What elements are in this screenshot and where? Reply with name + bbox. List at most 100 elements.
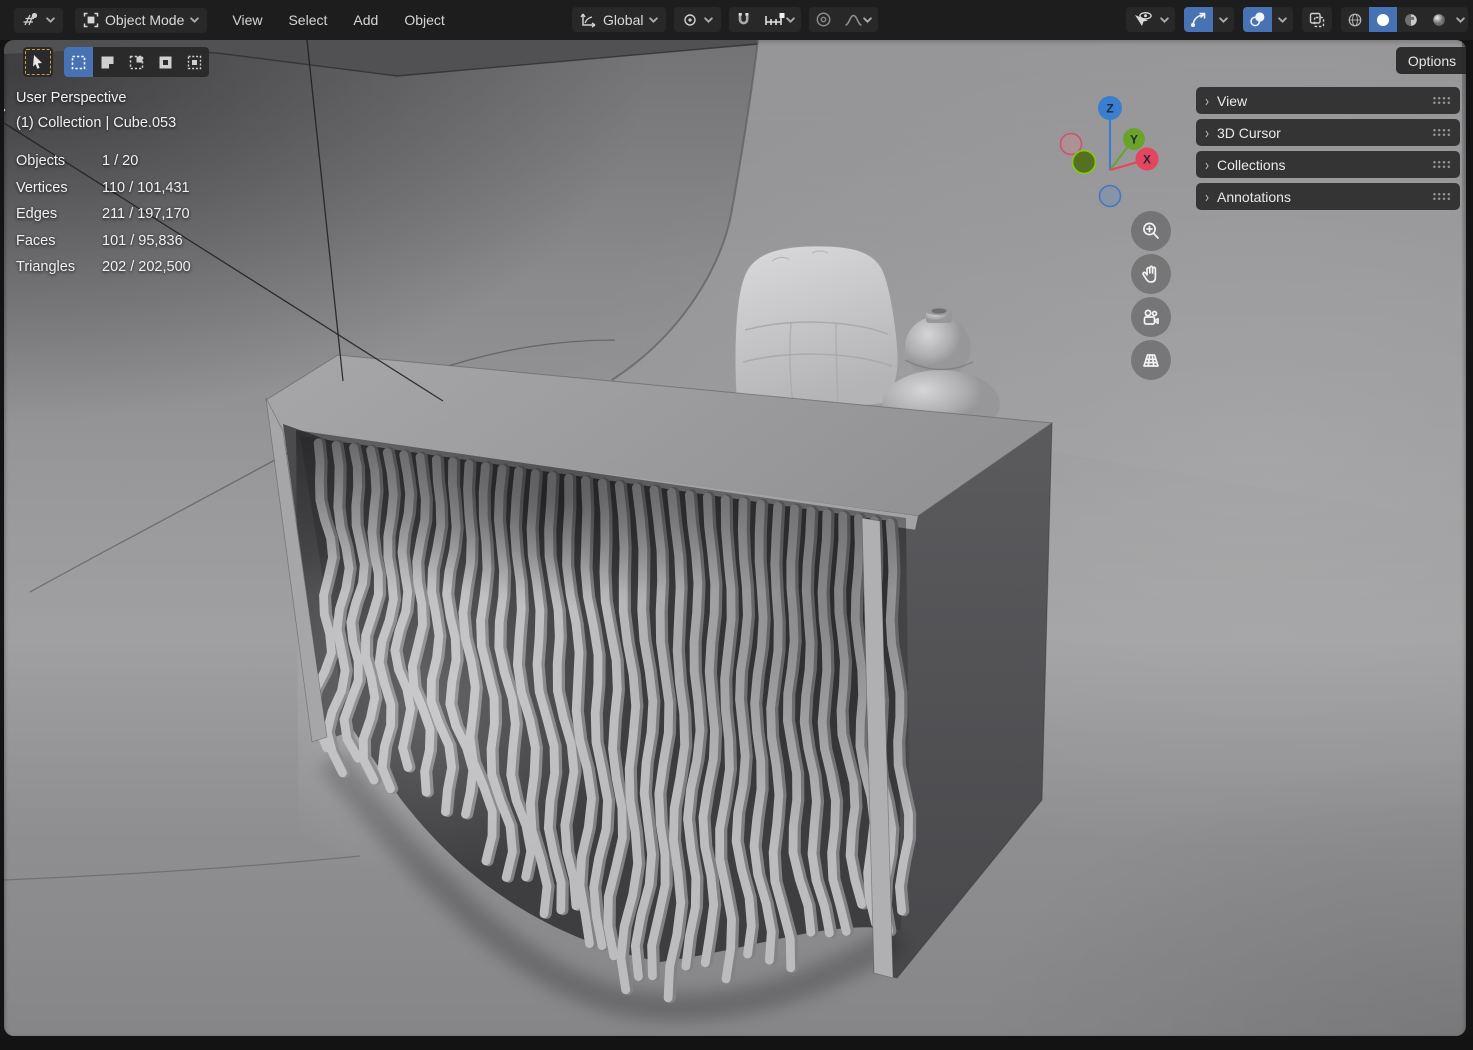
stat-label: Objects — [16, 153, 66, 169]
proportional-circle-icon — [817, 12, 831, 27]
gizmo-axis-y[interactable]: Y — [1123, 128, 1145, 150]
sidebar-tab-annotations[interactable]: › Annotations — [1196, 183, 1460, 210]
menu-select[interactable]: Select — [275, 7, 340, 33]
select-subtract-button[interactable] — [122, 47, 151, 77]
stat-value: 211 / 197,170 — [102, 206, 190, 222]
select-invert-button[interactable] — [151, 47, 180, 77]
grid-perspective-toggle-button[interactable] — [1131, 340, 1171, 380]
window-bottom-bar — [0, 1036, 1473, 1050]
snapping-group — [729, 7, 802, 32]
proportional-edit-group — [809, 7, 879, 32]
select-intersect-button[interactable] — [180, 47, 209, 77]
rendered-sphere-icon — [1433, 13, 1445, 26]
gizmo-arrow-icon — [1191, 12, 1206, 27]
select-extend-icon — [101, 56, 114, 68]
stat-label: Faces — [16, 232, 56, 249]
sidebar-tab-collections[interactable]: › Collections — [1196, 151, 1460, 178]
xray-toggle[interactable] — [1302, 7, 1332, 32]
svg-text:Y: Y — [1130, 133, 1138, 147]
shading-material-button[interactable] — [1397, 7, 1425, 32]
shading-mode-group — [1341, 7, 1468, 32]
transform-orientation-dropdown[interactable]: Global — [572, 7, 667, 32]
breadcrumb: (1) Collection | Cube.053 — [16, 115, 177, 131]
select-intersect-icon — [187, 55, 202, 69]
pivot-point-icon — [684, 13, 697, 26]
tool-settings-row — [23, 47, 209, 77]
menu-object[interactable]: Object — [391, 7, 457, 33]
chevron-down-icon — [1278, 16, 1287, 23]
falloff-curve-icon — [845, 14, 863, 26]
desk[interactable] — [230, 340, 1060, 1021]
options-button[interactable]: Options — [1396, 47, 1468, 74]
sidebar-tab-label: Collections — [1217, 156, 1286, 173]
grid-icon — [1143, 354, 1159, 367]
show-overlays-toggle[interactable] — [1243, 7, 1272, 32]
select-set-icon — [71, 55, 86, 69]
menu-view[interactable]: View — [219, 7, 275, 33]
overlays-dropdown[interactable] — [1272, 7, 1293, 32]
gizmos-dropdown[interactable] — [1213, 7, 1234, 32]
cursor-arrow-icon — [33, 55, 42, 69]
camera-view-button[interactable] — [1131, 297, 1171, 337]
navigation-gizmo[interactable]: Z Y X — [1048, 93, 1173, 218]
stat-value: 1 / 20 — [102, 153, 139, 169]
stat-value: 110 / 101,431 — [102, 179, 190, 196]
zoom-button[interactable] — [1131, 211, 1171, 251]
falloff-dropdown[interactable] — [838, 7, 878, 32]
office-chair[interactable] — [734, 245, 899, 411]
shading-wireframe-button[interactable] — [1341, 7, 1369, 32]
pivot-point-dropdown[interactable] — [674, 7, 722, 32]
gizmo-axis-x[interactable]: X — [1135, 147, 1159, 171]
magnet-icon — [739, 13, 749, 25]
sidebar-tab-3d-cursor[interactable]: › 3D Cursor — [1196, 119, 1460, 146]
editor-type-button[interactable] — [14, 7, 63, 33]
mode-label: Object Mode — [105, 12, 185, 28]
sidebar-panel-tabs: › View › 3D Cursor › Collections › Annot… — [1196, 87, 1460, 215]
stat-label: Vertices — [16, 179, 68, 196]
mode-dropdown[interactable]: Object Mode — [75, 7, 208, 33]
sidebar-tab-view[interactable]: › View — [1196, 87, 1460, 114]
shading-solid-button[interactable] — [1369, 7, 1397, 32]
shading-rendered-button[interactable] — [1425, 7, 1453, 32]
viewport-stats-overlay: User Perspective (1) Collection | Cube.0… — [16, 86, 191, 275]
select-extend-button[interactable] — [93, 47, 122, 77]
chevron-down-icon — [786, 16, 796, 23]
gizmo-axis-z[interactable]: Z — [1098, 96, 1122, 120]
sidebar-tab-label: 3D Cursor — [1217, 124, 1281, 141]
expand-chevron-icon: › — [1205, 187, 1209, 206]
chevron-down-icon — [1456, 16, 1465, 23]
select-mode-group — [64, 47, 209, 77]
expand-chevron-icon: › — [1205, 123, 1209, 142]
snap-target-dropdown[interactable] — [758, 7, 801, 32]
expand-chevron-icon: › — [1205, 91, 1209, 110]
drag-grip-icon[interactable] — [1432, 192, 1451, 201]
proportional-edit-toggle[interactable] — [809, 7, 838, 32]
chevron-down-icon — [46, 17, 55, 23]
select-box-set-button[interactable] — [64, 47, 93, 77]
stat-label: Triangles — [16, 259, 76, 275]
solid-sphere-icon — [1376, 13, 1390, 26]
active-tool-tweak-button[interactable] — [23, 47, 53, 77]
gizmo-axis-neg-y[interactable] — [1071, 149, 1097, 175]
show-gizmos-toggle[interactable] — [1184, 7, 1213, 32]
viewport-left-border — [0, 40, 4, 1036]
expand-chevron-icon: › — [1205, 155, 1209, 174]
chevron-down-icon — [863, 16, 873, 23]
magnifier-plus-icon — [1143, 222, 1159, 239]
pan-button[interactable] — [1131, 254, 1171, 294]
viewport-nav-buttons — [1131, 211, 1171, 380]
orientation-label: Global — [603, 11, 644, 28]
drag-grip-icon[interactable] — [1432, 128, 1451, 137]
blender-window: Object Mode View Select Add Object Globa… — [0, 0, 1473, 1050]
viewport-header: Object Mode View Select Add Object Globa… — [0, 0, 1473, 40]
drag-grip-icon[interactable] — [1432, 96, 1451, 105]
snap-toggle-button[interactable] — [729, 7, 758, 32]
object-visibility-dropdown[interactable] — [1126, 7, 1175, 32]
shading-dropdown[interactable] — [1453, 7, 1468, 32]
menu-add[interactable]: Add — [340, 7, 391, 33]
gizmo-axis-neg-z[interactable] — [1098, 184, 1122, 208]
hand-icon — [1142, 265, 1157, 283]
drag-grip-icon[interactable] — [1432, 160, 1451, 169]
orientation-axes-icon — [580, 13, 596, 28]
stat-label: Edges — [16, 206, 58, 222]
